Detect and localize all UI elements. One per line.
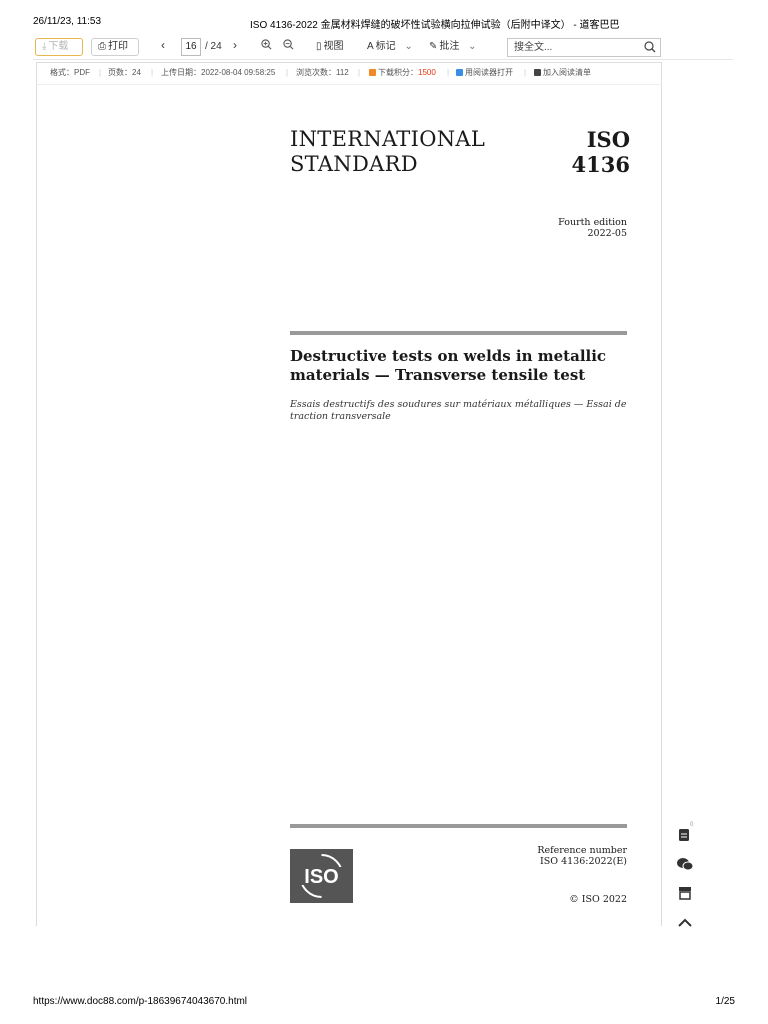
edition-block: Fourth edition 2022-05 (497, 217, 627, 239)
print-page-count: 1/25 (715, 996, 735, 1007)
download-icon: ⤓ (42, 41, 47, 52)
print-label: 打印 (108, 41, 128, 52)
title-rule (290, 331, 627, 335)
chevron-down-icon: ⌄ (404, 41, 413, 52)
view-label: 视图 (323, 41, 344, 52)
reference-block: Reference number ISO 4136:2022(E) (467, 845, 627, 867)
copyright: © ISO 2022 (569, 894, 627, 905)
page-number-input[interactable]: 16 (181, 38, 201, 56)
iso-logo-text: ISO (304, 866, 338, 888)
reader-icon (456, 69, 463, 76)
document-subtitle: Essais destructifs des soudures sur maté… (290, 399, 627, 422)
footer-rule (290, 824, 627, 828)
add-reading-list-link[interactable]: 加入阅读清单 (534, 63, 591, 83)
edition-label: Fourth edition (558, 217, 627, 228)
edition-date: 2022-05 (587, 228, 627, 239)
open-reader-label: 用阅读器打开 (465, 68, 513, 77)
divider: | (286, 68, 289, 77)
info-upload-date: 上传日期：2022-08-04 09:58:25 (161, 68, 276, 77)
viewer-toolbar: ⤓ 下载 ⎙ 打印 ‹ 16 / 24 › ▯ 视图 A 标记 ⌄ ✎ 批注 ⌄ 搜全文.… (33, 36, 733, 60)
print-button[interactable]: ⎙ 打印 (91, 38, 139, 56)
iso-number: 4136 (571, 152, 630, 177)
book-icon: ▯ (316, 41, 322, 52)
notes-badge: 0 (690, 822, 694, 828)
mark-label: 标记 (375, 41, 396, 52)
divider: | (524, 68, 527, 77)
info-download-points: 下载积分：1500 (369, 63, 436, 83)
print-header: 26/11/23, 11:53 ISO 4136-2022 金属材料焊缝的破坏性… (33, 16, 735, 31)
total-pages: / 24 (205, 41, 222, 52)
reference-label: Reference number (537, 845, 627, 856)
mark-menu[interactable]: A 标记 ⌄ (367, 39, 413, 55)
divider: | (151, 68, 154, 77)
chevron-down-icon: ⌄ (468, 41, 477, 52)
print-page-title: ISO 4136-2022 金属材料焊缝的破坏性试验横向拉伸试验（后附中译文） … (250, 20, 620, 31)
search-icon[interactable] (644, 41, 656, 53)
printer-icon: ⎙ (98, 41, 106, 52)
document-info-bar: 格式：PDF | 页数：24 | 上传日期：2022-08-04 09:58:2… (36, 62, 662, 84)
iso-number-block: ISO 4136 (560, 127, 630, 177)
standard-heading: INTERNATIONAL STANDARD (290, 127, 485, 177)
store-icon[interactable] (676, 884, 694, 902)
zoom-in-icon[interactable] (261, 39, 272, 56)
highlight-icon: A (367, 41, 374, 52)
wechat-icon[interactable] (676, 855, 694, 873)
annotate-label: 批注 (439, 41, 460, 52)
bookmark-icon (534, 69, 541, 76)
pen-icon: ✎ (429, 41, 438, 52)
document-page: INTERNATIONAL STANDARD ISO 4136 Fourth e… (36, 84, 662, 926)
open-in-reader-link[interactable]: 用阅读器打开 (456, 63, 513, 83)
iso-logo: ISO (290, 849, 353, 903)
heading-line-2: STANDARD (290, 152, 418, 176)
divider: | (447, 68, 450, 77)
document-title: Destructive tests on welds in metallic m… (290, 347, 607, 384)
search-input[interactable]: 搜全文... (507, 38, 661, 57)
print-url: https://www.doc88.com/p-18639674043670.h… (33, 996, 248, 1007)
info-views: 浏览次数：112 (296, 68, 349, 77)
prev-page-icon[interactable]: ‹ (161, 37, 165, 53)
divider: | (99, 68, 102, 77)
info-format: 格式：PDF (50, 68, 90, 77)
heading-line-1: INTERNATIONAL (290, 127, 486, 151)
notes-icon[interactable]: 0 (676, 822, 694, 844)
annotate-menu[interactable]: ✎ 批注 ⌄ (429, 39, 477, 55)
info-pages: 页数：24 (108, 68, 141, 77)
view-menu[interactable]: ▯ 视图 (316, 39, 344, 55)
reference-number: ISO 4136:2022(E) (540, 856, 627, 867)
search-placeholder: 搜全文... (514, 42, 553, 53)
back-to-top-icon[interactable] (676, 914, 694, 932)
divider: | (358, 68, 361, 77)
coin-icon (369, 69, 376, 76)
next-page-icon[interactable]: › (233, 37, 237, 53)
download-button[interactable]: ⤓ 下载 (35, 38, 83, 56)
zoom-out-icon[interactable] (283, 39, 294, 56)
download-label: 下载 (48, 41, 69, 52)
print-timestamp: 26/11/23, 11:53 (33, 16, 102, 27)
points-label: 下载积分： (378, 68, 418, 77)
iso-label: ISO (586, 127, 630, 152)
add-list-label: 加入阅读清单 (543, 68, 591, 77)
points-value: 1500 (418, 68, 436, 77)
